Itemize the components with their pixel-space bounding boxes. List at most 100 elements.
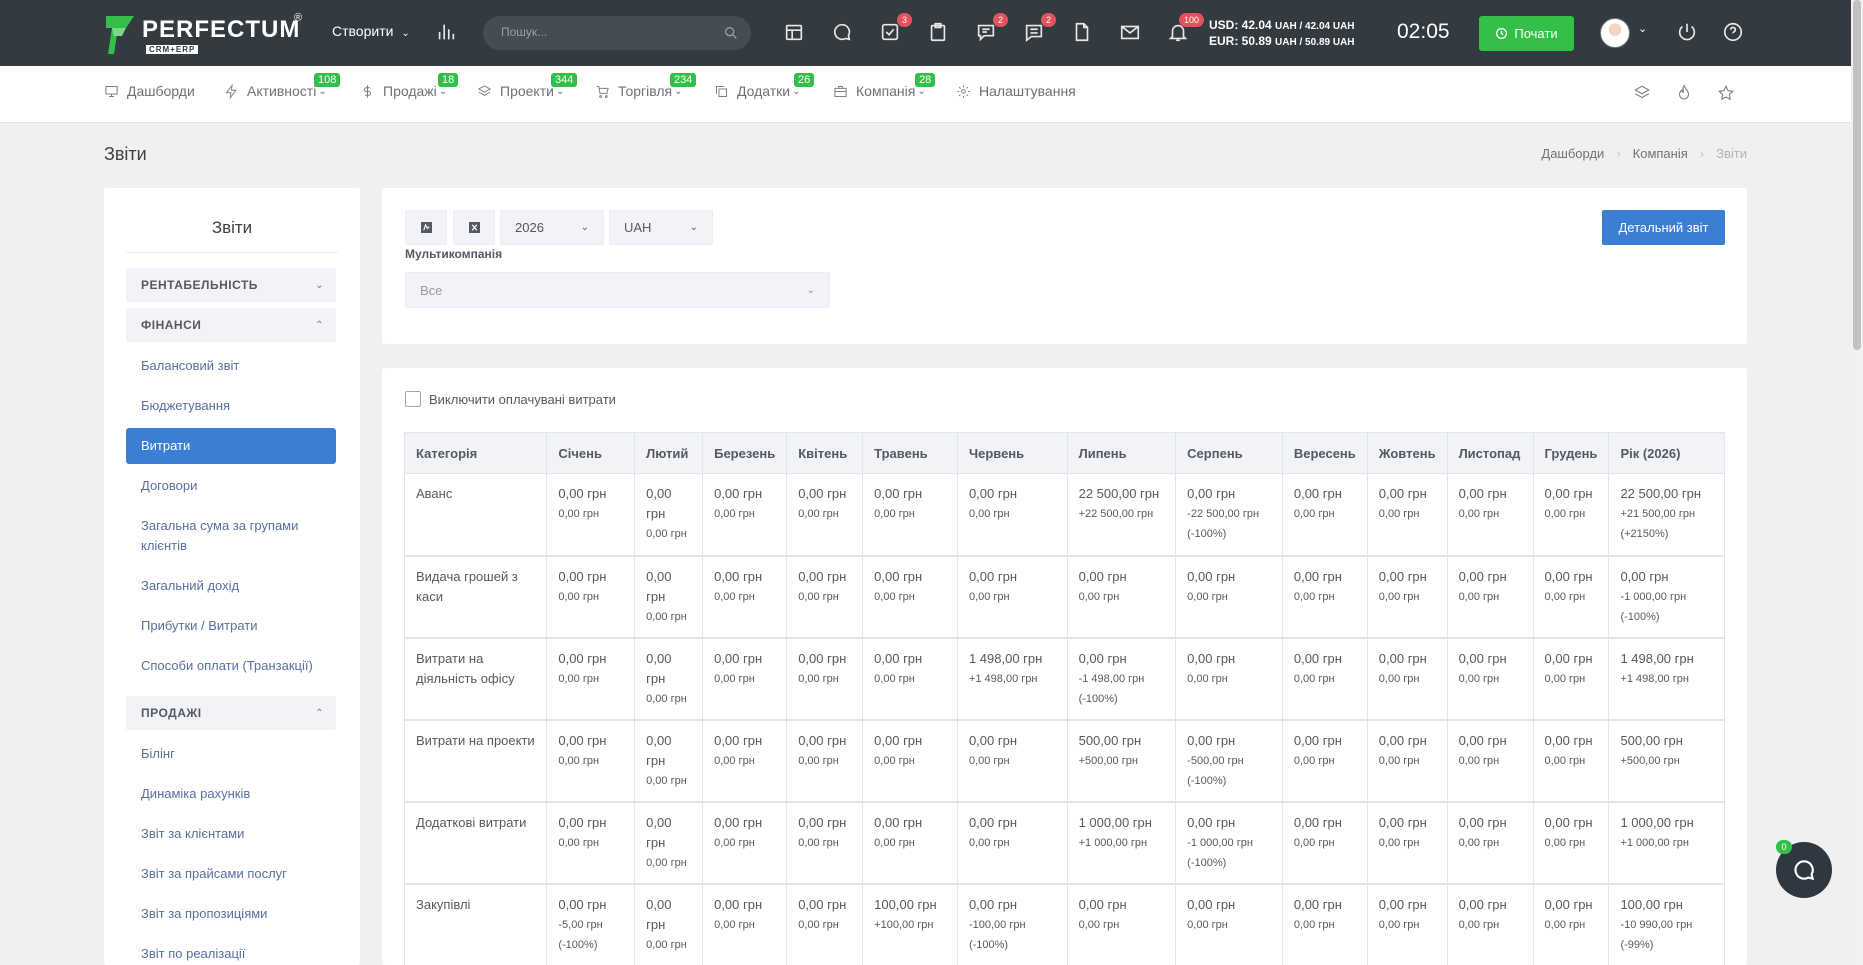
mail-icon[interactable] — [1118, 20, 1142, 44]
sidebar-item-billing[interactable]: Білінг — [126, 744, 336, 764]
sidebar-item-proposals-report[interactable]: Звіт за пропозиціями — [126, 904, 336, 924]
amount: 0,00 грн — [1293, 486, 1342, 501]
logo[interactable]: PERFECTUM ® CRM+ERP — [104, 12, 309, 56]
nav-item-company[interactable]: Компанія ⌄ 28 — [833, 73, 936, 99]
value-cell: 0,00 грн 0,00 грн — [786, 719, 864, 803]
amount: 0,00 грн — [1078, 568, 1127, 584]
sidebar-item-realization-report[interactable]: Звіт по реалізації — [126, 944, 336, 964]
search-input[interactable] — [501, 25, 711, 39]
create-menu[interactable]: Створити ⌄ — [332, 23, 410, 39]
amount: 0,00 грн — [1544, 814, 1593, 830]
calendar-icon[interactable] — [782, 20, 806, 44]
nav-item-sales[interactable]: Продажі ⌄ 18 — [360, 73, 459, 99]
sidebar-item-expenses[interactable]: Витрати — [126, 428, 336, 464]
nav-item-dashboards[interactable]: Дашборди — [104, 83, 195, 99]
value-cell: 0,00 грн 0,00 грн — [786, 883, 864, 965]
sidebar-item-balance[interactable]: Балансовий звіт — [126, 356, 336, 376]
export-excel-button[interactable] — [453, 210, 495, 245]
chevron-down-icon[interactable]: ⌄ — [1638, 22, 1647, 35]
chevron-down-icon: ⌄ — [689, 222, 698, 233]
scrollbar[interactable] — [1851, 0, 1863, 965]
document-icon[interactable] — [1070, 20, 1094, 44]
percent-change: (-100%) — [968, 938, 1009, 951]
monitor-icon — [104, 84, 119, 99]
nav-item-settings[interactable]: Налаштування — [956, 83, 1076, 99]
layers-icon[interactable] — [1633, 84, 1651, 102]
chat-bubble-icon[interactable] — [830, 20, 854, 44]
year-select[interactable]: 2026 ⌄ — [500, 210, 604, 245]
chat-widget-button[interactable]: 0 — [1776, 840, 1832, 898]
value-cell: 0,00 грн 0,00 грн — [634, 883, 704, 965]
multicompany-select[interactable]: Все ⌄ — [405, 272, 830, 308]
sidebar-item-budgeting[interactable]: Бюджетування — [126, 396, 336, 416]
checkbox[interactable] — [405, 391, 421, 407]
amount-change: 0,00 грн — [1458, 754, 1500, 767]
messages-icon[interactable]: 2 — [1022, 13, 1056, 44]
nav-item-trade[interactable]: Торгівля ⌄ 234 — [595, 73, 697, 99]
amount: 0,00 грн — [714, 814, 763, 830]
sidebar-item-invoice-dynamics[interactable]: Динаміка рахунків — [126, 784, 336, 804]
amount: 500,00 грн — [1620, 732, 1683, 748]
sidebar-item-clients-report[interactable]: Звіт за клієнтами — [126, 824, 336, 844]
sidebar-item-profit-loss[interactable]: Прибутки / Витрати — [126, 616, 336, 636]
sidebar-item-client-groups[interactable]: Загальна сума за групами клієнтів — [126, 516, 336, 556]
chevron-up-icon: ⌃ — [315, 320, 324, 331]
amount-change: -1 498,00 грн — [1078, 672, 1145, 685]
tasks-badge: 3 — [896, 13, 912, 27]
copy-icon — [714, 84, 729, 99]
amount-change: 0,00 грн — [1458, 508, 1500, 520]
exclude-paid-expenses-checkbox[interactable]: Виключити оплачувані витрати — [405, 391, 616, 407]
value-cell: 0,00 грн 0,00 грн — [1175, 883, 1283, 965]
discussions-icon[interactable]: 2 — [974, 13, 1008, 44]
sidebar-item-total-income[interactable]: Загальний дохід — [126, 576, 336, 596]
amount-change: 0,00 грн — [558, 836, 600, 849]
column-header: Січень — [546, 432, 636, 474]
nav-badge: 28 — [915, 73, 936, 87]
currency-select[interactable]: UAH ⌄ — [609, 210, 713, 245]
discussions-badge: 2 — [992, 13, 1008, 27]
sidebar-item-payment-methods[interactable]: Способи оплати (Транзакції) — [126, 656, 336, 676]
power-icon[interactable] — [1675, 20, 1699, 44]
tasks-icon[interactable]: 3 — [878, 13, 912, 44]
export-pdf-button[interactable] — [405, 210, 447, 245]
start-timer-button[interactable]: Почати — [1479, 16, 1574, 51]
year-value: 2026 — [515, 220, 544, 235]
scrollbar-thumb[interactable] — [1853, 0, 1861, 350]
star-icon[interactable] — [1717, 84, 1735, 102]
column-header: Вересень — [1281, 432, 1368, 474]
help-icon[interactable] — [1721, 20, 1745, 44]
search-box[interactable] — [483, 16, 751, 50]
nav-badge: 234 — [670, 73, 697, 87]
sidebar-item-contracts[interactable]: Договори — [126, 476, 336, 496]
value-cell: 0,00 грн 0,00 грн — [862, 719, 958, 803]
nav-item-addons[interactable]: Додатки ⌄ 26 — [714, 73, 815, 99]
cart-icon — [595, 84, 610, 99]
bell-icon[interactable]: 100 — [1166, 13, 1204, 44]
avatar[interactable] — [1600, 18, 1630, 48]
breadcrumb-item[interactable]: Дашборди — [1541, 146, 1604, 161]
bar-chart-icon[interactable] — [434, 20, 458, 44]
detailed-report-button[interactable]: Детальний звіт — [1602, 210, 1725, 245]
clipboard-icon[interactable] — [926, 20, 950, 44]
amount: 0,00 грн — [646, 814, 672, 850]
sidebar-group-finance[interactable]: ФІНАНСИ ⌃ — [126, 308, 336, 342]
breadcrumb-item[interactable]: Компанія — [1633, 146, 1688, 161]
fire-icon[interactable] — [1675, 84, 1693, 102]
nav-item-activities[interactable]: Активності ⌄ 108 — [224, 73, 341, 100]
value-cell: 0,00 грн 0,00 грн — [862, 555, 958, 639]
search-icon[interactable] — [723, 25, 739, 41]
sidebar-item-price-report[interactable]: Звіт за прайсами послуг — [126, 864, 336, 884]
value-cell: 0,00 грн -1 000,00 грн (-100%) — [1175, 801, 1283, 885]
amount-change: 0,00 грн — [558, 590, 600, 603]
value-cell: 0,00 грн -100,00 грн (-100%) — [956, 883, 1068, 965]
amount-change: 0,00 грн — [798, 918, 839, 931]
value-cell: 0,00 грн 0,00 грн — [634, 473, 704, 557]
sidebar-group-profitability[interactable]: РЕНТАБЕЛЬНІСТЬ ⌄ — [126, 268, 336, 302]
amount: 0,00 грн — [1187, 896, 1236, 912]
value-cell: 0,00 грн -1 000,00 грн (-100%) — [1608, 555, 1725, 639]
sidebar-group-sales[interactable]: ПРОДАЖІ ⌃ — [126, 696, 336, 730]
amount-change: 0,00 грн — [1293, 672, 1335, 685]
nav-item-projects[interactable]: Проекти ⌄ 344 — [477, 73, 578, 99]
amount-change: 0,00 грн — [714, 754, 755, 767]
amount-change: +22 500,00 грн — [1078, 508, 1154, 520]
